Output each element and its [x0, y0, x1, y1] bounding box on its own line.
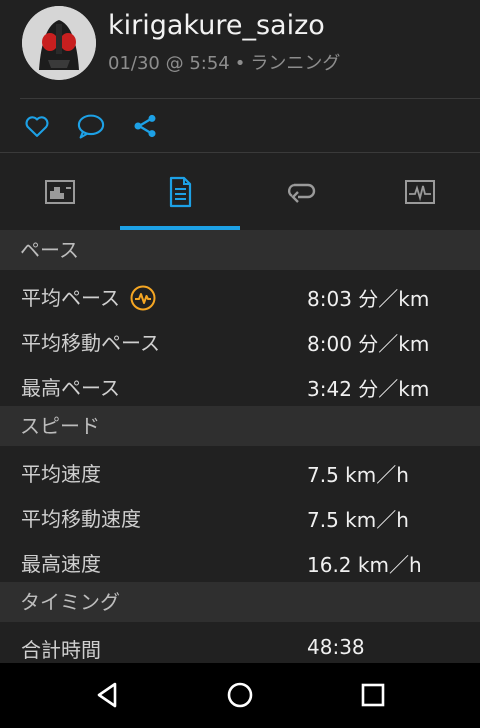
masked-rider-avatar-icon	[22, 6, 96, 80]
detail-tabs	[0, 153, 480, 231]
home-button[interactable]	[220, 675, 260, 715]
tab-overview[interactable]	[0, 153, 120, 231]
stat-row-max-speed: 最高速度 16.2 km／h	[0, 539, 480, 584]
tab-stats[interactable]	[120, 153, 240, 231]
back-button[interactable]	[87, 675, 127, 715]
activity-type: ランニング	[250, 53, 341, 74]
recents-icon	[361, 683, 385, 707]
stat-row-average-pace: 平均ペース 8:03 分／km	[0, 273, 480, 318]
stat-label: 平均ペース	[21, 282, 156, 311]
stat-label: 最高ペース	[21, 376, 120, 400]
stat-value: 7.5 km／h	[307, 463, 409, 487]
action-bar	[0, 100, 480, 152]
pace-zone-icon[interactable]	[130, 285, 156, 311]
stat-value: 48:38	[307, 635, 365, 659]
stat-label: 平均移動ペース	[21, 331, 160, 355]
comment-icon	[77, 114, 105, 139]
stat-row-average-speed: 平均速度 7.5 km／h	[0, 449, 480, 494]
home-icon	[227, 682, 253, 708]
meta-separator: •	[234, 53, 246, 74]
stat-label: 平均速度	[21, 462, 101, 486]
like-button[interactable]	[23, 112, 53, 140]
stat-row-best-pace: 最高ペース 3:42 分／km	[0, 363, 480, 408]
section-header-speed: スピード	[0, 406, 480, 446]
stat-label: 合計時間	[21, 638, 101, 662]
stat-value: 3:42 分／km	[307, 377, 430, 401]
user-name[interactable]: kirigakure_saizo	[108, 10, 325, 41]
stats-list-icon	[169, 176, 192, 208]
header-divider	[20, 98, 480, 99]
heartrate-graph-icon	[405, 180, 435, 204]
section-header-pace: ペース	[0, 230, 480, 270]
chart-icon	[45, 180, 75, 204]
system-nav-bar	[0, 663, 480, 728]
activity-date-time: 01/30 @ 5:54	[108, 53, 230, 74]
stat-row-average-moving-speed: 平均移動速度 7.5 km／h	[0, 494, 480, 539]
stat-label: 平均移動速度	[21, 507, 141, 531]
activity-header: kirigakure_saizo 01/30 @ 5:54 • ランニング	[0, 0, 480, 98]
stat-row-average-moving-pace: 平均移動ペース 8:00 分／km	[0, 318, 480, 363]
comment-button[interactable]	[76, 112, 106, 140]
stat-value: 8:00 分／km	[307, 332, 430, 356]
stat-label: 最高速度	[21, 552, 101, 576]
back-icon	[97, 682, 117, 708]
share-icon	[134, 114, 156, 138]
laps-icon	[287, 183, 316, 203]
tab-heartrate[interactable]	[360, 153, 480, 231]
stat-value: 16.2 km／h	[307, 553, 422, 577]
share-button[interactable]	[131, 112, 161, 140]
avatar[interactable]	[22, 6, 96, 80]
heart-icon	[25, 116, 49, 137]
recents-button[interactable]	[353, 675, 393, 715]
activity-meta: 01/30 @ 5:54 • ランニング	[108, 49, 340, 75]
stat-value: 7.5 km／h	[307, 508, 409, 532]
stat-value: 8:03 分／km	[307, 287, 430, 311]
section-header-timing: タイミング	[0, 582, 480, 622]
tab-laps[interactable]	[240, 153, 360, 231]
